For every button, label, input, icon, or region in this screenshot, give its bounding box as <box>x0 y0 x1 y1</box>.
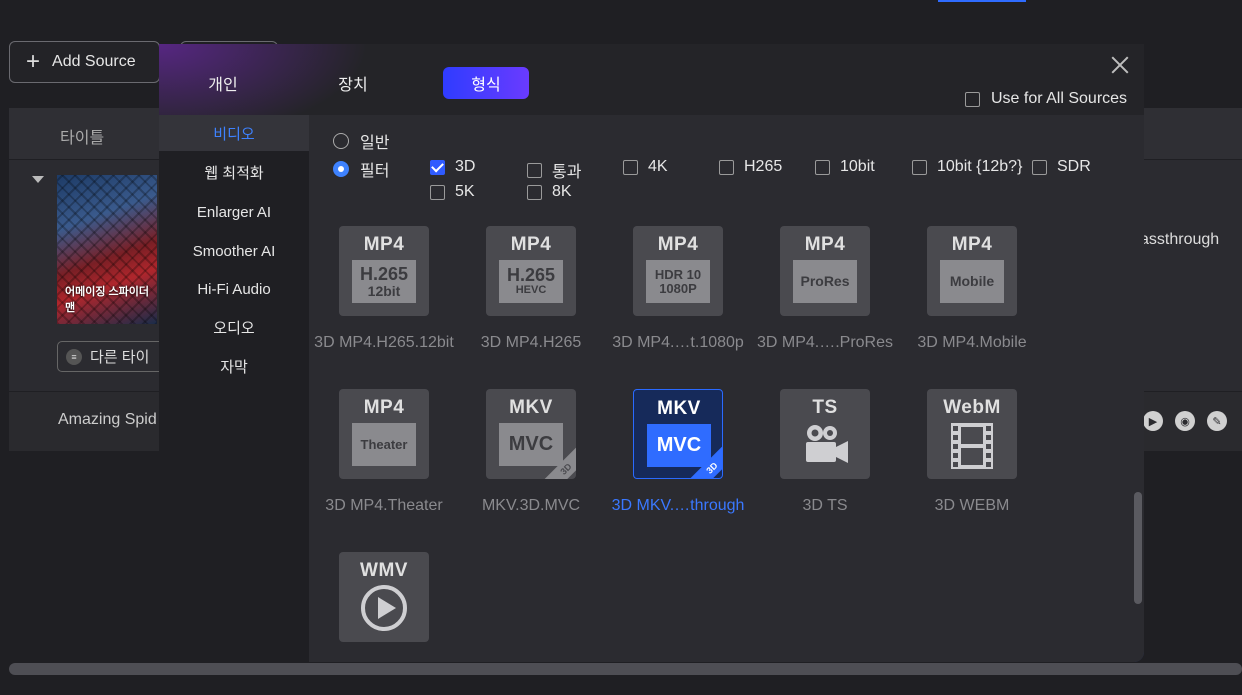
mkv-format-icon: MKV MVC 3D <box>633 389 723 479</box>
filter-10bit-12b-label: 10bit {12b?} <box>937 158 1023 175</box>
radio-selected-icon[interactable] <box>333 161 349 177</box>
sidebar-item-enlarger-ai[interactable]: Enlarger AI <box>159 194 309 230</box>
edit-icon[interactable]: ✎ <box>1207 411 1227 431</box>
plus-icon: + <box>26 48 41 75</box>
expand-toggle-icon[interactable] <box>32 176 44 183</box>
filter-3d[interactable]: 3D <box>430 158 475 176</box>
close-icon[interactable] <box>1109 54 1131 76</box>
ts-format-icon: TS <box>780 389 870 479</box>
sidebar-item-smoother-ai[interactable]: Smoother AI <box>159 233 309 269</box>
checkbox-icon[interactable] <box>815 159 830 175</box>
filter-4k[interactable]: 4K <box>623 158 668 176</box>
filter-sdr[interactable]: SDR <box>1032 158 1091 176</box>
mp4-format-icon: MP4 H.265 HEVC <box>486 226 576 316</box>
checkbox-icon[interactable] <box>430 184 445 200</box>
mkv-format-icon: MKV MVC 3D <box>486 389 576 479</box>
checkbox-icon[interactable] <box>965 91 980 107</box>
sidebar-item-audio[interactable]: 오디오 <box>159 309 309 345</box>
mp4-format-icon: MP4 Mobile <box>927 226 1017 316</box>
sidebar-item-video[interactable]: 비디오 <box>159 115 309 151</box>
sidebar-item-subtitle[interactable]: 자막 <box>159 348 309 384</box>
webm-format-icon: WebM <box>927 389 1017 479</box>
checkbox-checked-icon[interactable] <box>430 159 445 175</box>
checkbox-icon[interactable] <box>1032 159 1047 175</box>
source-row-title: Amazing Spid <box>58 411 157 428</box>
checkbox-icon[interactable] <box>719 159 734 175</box>
checkbox-icon[interactable] <box>623 159 638 175</box>
mode-option-general-label: 일반 <box>360 135 390 152</box>
row-action-icons: ▶ ◉ ✎ <box>1143 411 1227 431</box>
output-format-dialog: 개인 장치 형식 Use for All Sources 비디오 웹 최적화 E… <box>159 44 1144 662</box>
vertical-scrollbar[interactable] <box>1134 492 1142 604</box>
horizontal-scrollbar[interactable] <box>9 663 1242 675</box>
mp4-format-icon: MP4 Theater <box>339 389 429 479</box>
format-content-panel: 일반 필터 3D 통과 4K H265 10bit 10bit {12b?} S… <box>309 115 1144 662</box>
category-sidebar: 비디오 웹 최적화 Enlarger AI Smoother AI Hi-Fi … <box>159 115 309 662</box>
checkbox-icon[interactable] <box>527 162 542 178</box>
use-for-all-sources-label: Use for All Sources <box>991 90 1128 107</box>
mp4-format-icon: MP4 H.265 12bit <box>339 226 429 316</box>
tab-device[interactable]: 장치 <box>327 67 379 99</box>
filter-sdr-label: SDR <box>1057 158 1091 175</box>
top-link-underline <box>938 0 1026 2</box>
checkbox-icon[interactable] <box>912 159 927 175</box>
play-icon[interactable]: ▶ <box>1143 411 1163 431</box>
play-circle-icon <box>361 585 407 631</box>
filter-10bit-label: 10bit <box>840 158 875 175</box>
movie-poster-thumbnail[interactable]: 어메이징 스파이더맨 <box>57 175 157 324</box>
filter-5k-label: 5K <box>455 183 475 200</box>
use-for-all-sources-checkbox[interactable]: Use for All Sources <box>965 90 1127 108</box>
filter-h265-label: H265 <box>744 158 783 175</box>
filter-10bit-12b[interactable]: 10bit {12b?} <box>912 158 1022 176</box>
mode-option-filter-label: 필터 <box>360 163 390 180</box>
mp4-format-icon: MP4 ProRes <box>780 226 870 316</box>
filter-h265[interactable]: H265 <box>719 158 782 176</box>
film-strip-icon <box>951 423 993 469</box>
format-tile-label: 3D MP4.Mobile <box>917 334 1027 351</box>
list-icon: ≡ <box>66 348 82 365</box>
radio-icon[interactable] <box>333 133 349 149</box>
filter-8k[interactable]: 8K <box>527 183 572 201</box>
mp4-format-icon: MP4 HDR 10 1080P <box>633 226 723 316</box>
add-source-button[interactable]: + Add Source <box>9 41 160 83</box>
title-column-header: 타이틀 <box>60 130 105 147</box>
checkbox-icon[interactable] <box>527 184 542 200</box>
filter-10bit[interactable]: 10bit <box>815 158 875 176</box>
filter-5k[interactable]: 5K <box>430 183 475 201</box>
poster-title-text: 어메이징 스파이더맨 <box>65 286 150 314</box>
tab-personal[interactable]: 개인 <box>197 67 249 99</box>
video-camera-icon <box>806 425 848 463</box>
wmv-format-icon: WMV <box>339 552 429 642</box>
filter-passthrough[interactable]: 통과 <box>527 158 581 182</box>
mode-option-filter[interactable]: 필터 <box>333 157 389 181</box>
tab-format[interactable]: 형식 <box>443 67 529 99</box>
filter-passthrough-label: 통과 <box>552 164 582 181</box>
format-tile-label: 3D WEBM <box>934 497 1010 514</box>
subtitle-select-button[interactable]: ≡ 다른 타이 <box>57 341 167 372</box>
subtitle-select-label: 다른 타이 <box>90 349 150 366</box>
mode-option-general[interactable]: 일반 <box>333 129 389 153</box>
filter-8k-label: 8K <box>552 183 572 200</box>
output-mode-label: assthrough <box>1140 231 1220 248</box>
sidebar-item-hifi-audio[interactable]: Hi-Fi Audio <box>159 271 309 307</box>
filter-3d-label: 3D <box>455 158 476 175</box>
sidebar-item-web-optimize[interactable]: 웹 최적화 <box>159 154 309 190</box>
filter-4k-label: 4K <box>648 158 668 175</box>
add-source-label: Add Source <box>52 53 136 70</box>
audio-icon[interactable]: ◉ <box>1175 411 1195 431</box>
